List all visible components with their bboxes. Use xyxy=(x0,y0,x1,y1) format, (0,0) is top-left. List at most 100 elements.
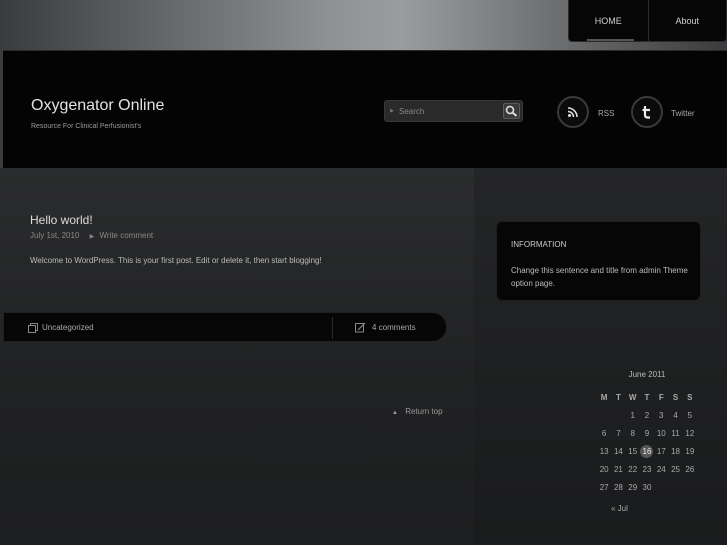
calendar-day-cell: 13 xyxy=(597,442,611,460)
calendar-day-cell: 26 xyxy=(683,460,697,478)
calendar-day-cell: 24 xyxy=(654,460,668,478)
arrow-right-icon: ▶ xyxy=(390,108,394,114)
calendar-week-row: 12345 xyxy=(597,406,697,424)
return-top-link[interactable]: ▲ Return top xyxy=(392,407,443,416)
calendar-prev-link[interactable]: « Jul xyxy=(611,504,628,513)
search-box: ▶ xyxy=(384,100,523,122)
calendar-day-cell xyxy=(611,406,625,424)
rss-label[interactable]: RSS xyxy=(598,109,614,118)
comments-link[interactable]: 4 comments xyxy=(372,323,416,332)
calendar-body: 1 2 3 4 5 6 7 8 9 10 11 12 13 14 15 16 17 18 19 20 21 22 23 24 2… xyxy=(597,406,697,496)
calendar-day-cell: 7 xyxy=(611,424,625,442)
calendar-day-cell: 25 xyxy=(668,460,682,478)
calendar-day: 26 xyxy=(685,464,695,474)
return-top-label: Return top xyxy=(405,407,443,416)
site-tagline: Resource For Clinical Perfusionist's xyxy=(31,123,142,130)
calendar-day: 6 xyxy=(601,428,607,438)
site-title[interactable]: Oxygenator Online xyxy=(31,97,164,115)
calendar-day: 5 xyxy=(687,410,693,420)
footer-divider xyxy=(332,317,333,339)
calendar-day-cell: 6 xyxy=(597,424,611,442)
calendar-day: 25 xyxy=(671,464,680,474)
calendar-day-header: T xyxy=(644,392,650,402)
nav-home-link[interactable]: HOME xyxy=(569,0,649,42)
top-navigation: HOME About xyxy=(568,0,727,42)
calendar-day-cell: 18 xyxy=(668,442,682,460)
calendar-day: 4 xyxy=(673,410,678,420)
post-meta: July 1st, 2010 ▶ Write comment xyxy=(30,231,153,240)
calendar-caption: June 2011 xyxy=(628,370,666,379)
calendar-day: 28 xyxy=(613,482,623,492)
calendar-day-header: M xyxy=(600,392,608,402)
calendar-day: 16 xyxy=(640,444,654,458)
calendar-day-cell: 19 xyxy=(683,442,697,460)
calendar-day-cell: 27 xyxy=(597,478,611,496)
calendar-day: 29 xyxy=(628,482,638,492)
calendar-day: 11 xyxy=(671,428,680,438)
top-bar: HOME About xyxy=(0,0,727,50)
calendar-day-cell: 3 xyxy=(654,406,668,424)
main-content: Hello world! July 1st, 2010 ▶ Write comm… xyxy=(0,168,474,545)
calendar-day: 13 xyxy=(599,446,609,456)
calendar-day: 7 xyxy=(616,428,621,438)
calendar-day: 15 xyxy=(628,446,638,456)
calendar-week-row: 6 7 8 9 10 11 12 xyxy=(597,424,697,442)
search-input[interactable] xyxy=(399,104,499,118)
calendar-day-cell: 29 xyxy=(626,478,640,496)
calendar-day: 18 xyxy=(671,446,680,456)
calendar-day-cell: 5 xyxy=(683,406,697,424)
calendar-widget: June 2011 M T W T F S S 1 2 3 4 5 6 7 8 9 10 11 12 1… xyxy=(597,368,697,513)
calendar-day-cell: 20 xyxy=(597,460,611,478)
calendar-day: 19 xyxy=(685,446,695,456)
calendar-day-cell: 2 xyxy=(640,406,654,424)
calendar-day: 1 xyxy=(630,410,635,420)
calendar-day-cell: 28 xyxy=(611,478,625,496)
calendar-week-row: 13 14 15 16 17 18 19 xyxy=(597,442,697,460)
calendar-day-header: S xyxy=(687,392,693,402)
sidebar: INFORMATION Change this sentence and tit… xyxy=(474,168,727,545)
calendar-day: 20 xyxy=(599,464,609,474)
twitter-icon xyxy=(642,106,650,119)
calendar-day-header: S xyxy=(672,392,679,402)
calendar-day: 27 xyxy=(599,482,609,492)
arrow-up-icon: ▲ xyxy=(392,410,398,416)
calendar-day-cell: 22 xyxy=(626,460,640,478)
write-comment-link[interactable]: Write comment xyxy=(99,231,153,240)
calendar-day: 14 xyxy=(613,446,623,456)
calendar-day-cell: 12 xyxy=(683,424,697,442)
calendar-week-row: 20 21 22 23 24 25 26 xyxy=(597,460,697,478)
comment-icon xyxy=(355,322,366,333)
calendar-day-cell: 11 xyxy=(668,424,682,442)
search-button[interactable] xyxy=(503,103,520,119)
calendar-day-cell xyxy=(683,478,697,496)
calendar-day-cell xyxy=(654,478,668,496)
rss-icon xyxy=(567,107,578,118)
calendar-day: 23 xyxy=(642,464,652,474)
category-link[interactable]: Uncategorized xyxy=(42,323,94,332)
calendar-day-cell: 15 xyxy=(626,442,640,460)
calendar-week-row: 27 28 29 30 xyxy=(597,478,697,496)
site-header: Oxygenator Online Resource For Clinical … xyxy=(3,50,727,168)
calendar-day: 9 xyxy=(644,428,650,438)
calendar-day: 12 xyxy=(685,428,695,438)
rss-button[interactable] xyxy=(557,96,589,128)
calendar-day-header: F xyxy=(658,392,664,402)
calendar-day-cell xyxy=(597,406,611,424)
calendar-day-cell: 14 xyxy=(611,442,625,460)
post-body: Welcome to WordPress. This is your first… xyxy=(30,256,322,265)
nav-about-link[interactable]: About xyxy=(649,0,727,42)
search-icon xyxy=(505,105,518,117)
twitter-button[interactable] xyxy=(631,96,663,128)
information-title: INFORMATION xyxy=(511,240,567,249)
calendar-day-header: T xyxy=(615,392,621,402)
calendar-day-cell: 21 xyxy=(611,460,625,478)
post-date: July 1st, 2010 xyxy=(30,231,80,240)
calendar-day: 2 xyxy=(644,410,650,420)
twitter-label[interactable]: Twitter xyxy=(671,109,695,118)
calendar-day: 21 xyxy=(613,464,623,474)
calendar-day: 17 xyxy=(656,446,666,456)
calendar-day: 24 xyxy=(656,464,666,474)
calendar-day-cell: 10 xyxy=(654,424,668,442)
post-title[interactable]: Hello world! xyxy=(30,213,93,227)
calendar-day-cell: 16 xyxy=(640,442,654,460)
